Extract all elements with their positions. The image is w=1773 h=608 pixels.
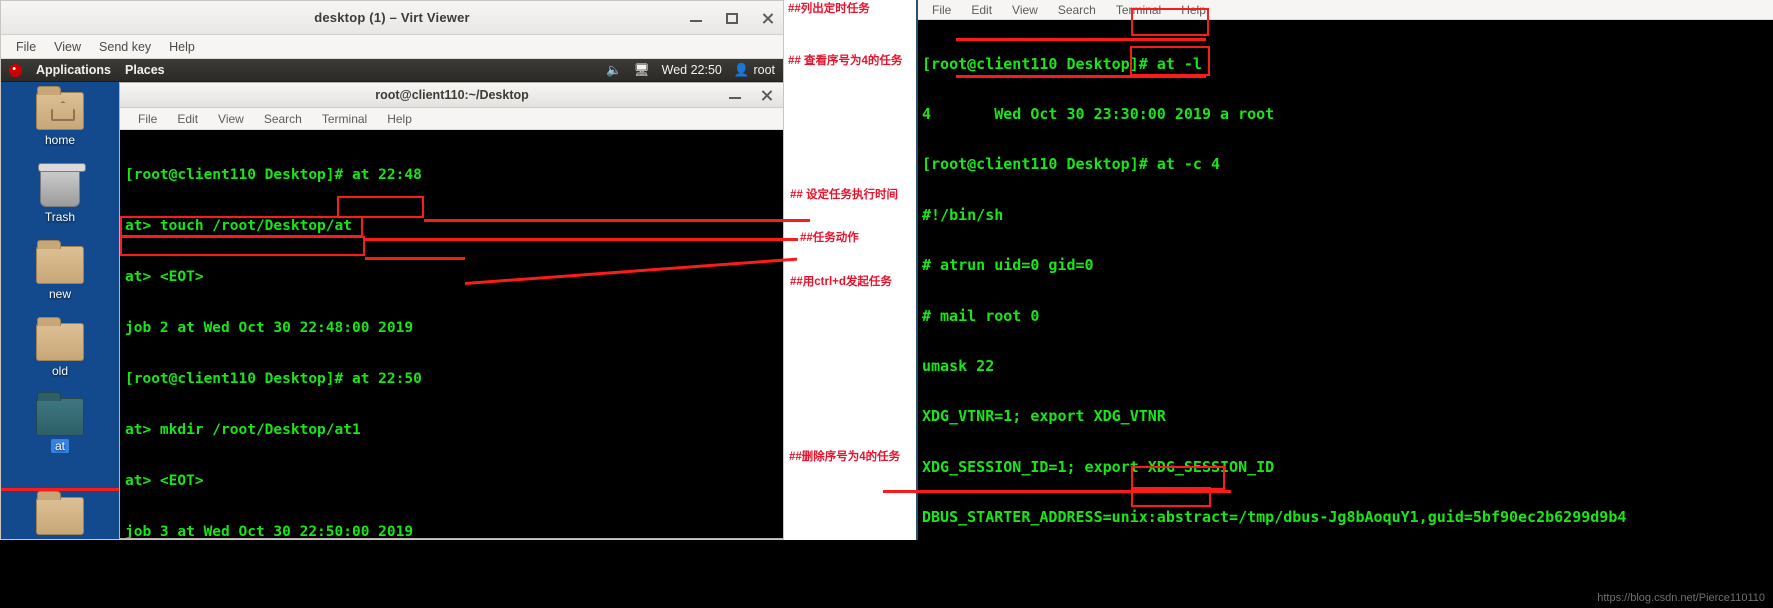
terminal-line: [root@client110 Desktop]# at 22:50 <box>125 371 422 387</box>
network-icon[interactable]: 🖥 <box>634 63 650 78</box>
desktop-icon-column: home Trash new old at <box>1 82 122 539</box>
clock-label[interactable]: Wed 22:50 <box>662 63 722 77</box>
desktop-icon-label: new <box>48 287 71 301</box>
desktop-icon-home[interactable]: home <box>1 86 119 147</box>
screenshot-root: desktop (1) – Virt Viewer File View Send… <box>0 0 1773 608</box>
menu-item-view[interactable]: View <box>45 38 90 56</box>
desktop-icon-label: at <box>50 439 69 453</box>
desktop-icon-old[interactable]: old <box>1 317 119 378</box>
user-label: root <box>753 63 775 77</box>
terminal-line: # mail root 0 <box>922 306 1040 325</box>
close-icon[interactable] <box>758 86 776 104</box>
window-controls <box>687 1 777 35</box>
menu-item-help[interactable]: Help <box>160 38 204 56</box>
left-terminal-window: root@client110:~/Desktop File Edit View … <box>119 82 783 539</box>
terminal-line: #!/bin/sh <box>922 205 1004 224</box>
leader-line-task-action <box>363 238 798 241</box>
menu-item-file[interactable]: File <box>128 111 167 127</box>
menu-item-view[interactable]: View <box>208 111 254 127</box>
leader-line-set-time <box>424 219 810 222</box>
menu-item-help[interactable]: Help <box>377 111 422 127</box>
folder-icon <box>36 491 84 535</box>
places-menu[interactable]: Places <box>125 63 165 77</box>
folder-home-icon <box>36 86 84 130</box>
terminal-line: job 2 at Wed Oct 30 22:48:00 2019 <box>125 320 414 336</box>
terminal-line: 4 Wed Oct 30 23:30:00 2019 a root <box>922 104 1275 123</box>
right-terminal-window: File Edit View Search Terminal Help [roo… <box>916 0 1773 541</box>
gnome-top-panel: Applications Places 🔈 🖥 Wed 22:50 👤 root <box>1 59 783 82</box>
menu-item-edit[interactable]: Edit <box>167 111 208 127</box>
terminal-line: DBUS_STARTER_ADDRESS=unix:abstract=/tmp/… <box>922 508 1627 527</box>
window-title: desktop (1) – Virt Viewer <box>314 10 470 25</box>
folder-icon <box>36 317 84 361</box>
annotation-set-time: ## 设定任务执行时间 <box>790 189 898 201</box>
menu-item-terminal[interactable]: Terminal <box>1106 3 1171 17</box>
folder-icon <box>36 240 84 284</box>
desktop-icon-label: home <box>44 133 76 147</box>
bottom-black-strip <box>0 540 1773 608</box>
menu-item-file[interactable]: File <box>7 38 45 56</box>
desktop-icon-trash[interactable]: Trash <box>1 163 119 224</box>
maximize-icon[interactable] <box>723 9 741 27</box>
desktop-icon-at[interactable]: at <box>1 392 119 453</box>
terminal-line: XDG_SESSION_ID=1; export XDG_SESSION_ID <box>922 457 1275 476</box>
terminal-line: # atrun uid=0 gid=0 <box>922 256 1094 275</box>
right-terminal-menubar: File Edit View Search Terminal Help <box>918 0 1773 20</box>
terminal-line: [root@client110 Desktop]# at -l <box>922 54 1202 73</box>
menu-item-search[interactable]: Search <box>1048 3 1106 17</box>
leader-line-list-jobs <box>956 38 1206 41</box>
terminal-line: at> <EOT> <box>125 473 204 489</box>
terminal-line: at> <EOT> <box>125 269 204 285</box>
menu-item-help[interactable]: Help <box>1171 3 1216 17</box>
folder-icon <box>36 392 84 436</box>
annotation-delete-job-4: ##删除序号为4的任务 <box>789 451 901 463</box>
virt-viewer-menubar: File View Send key Help <box>1 35 783 59</box>
redhat-logo-icon <box>9 63 22 77</box>
terminal-line: [root@client110 Desktop]# at -c 4 <box>922 155 1221 174</box>
annotation-view-job-4: ## 查看序号为4的任务 <box>788 55 903 67</box>
menu-item-view[interactable]: View <box>1002 3 1048 17</box>
desktop-icon-at1[interactable]: at1 <box>1 488 122 539</box>
leader-line-ctrl-d-a <box>365 257 465 260</box>
watermark-text: https://blog.csdn.net/Pierce110110 <box>1597 592 1765 604</box>
terminal-line: XDG_VTNR=1; export XDG_VTNR <box>922 407 1166 426</box>
leader-line-view-job-4 <box>956 75 1206 78</box>
menu-item-edit[interactable]: Edit <box>961 3 1002 17</box>
menu-item-sendkey[interactable]: Send key <box>90 38 160 56</box>
terminal-line: [root@client110 Desktop]# at 22:48 <box>125 167 422 183</box>
menu-item-terminal[interactable]: Terminal <box>312 111 377 127</box>
applications-menu[interactable]: Applications <box>36 63 111 77</box>
terminal-line: umask 22 <box>922 356 995 375</box>
annotation-task-action: ##任务动作 <box>800 232 859 244</box>
left-terminal-title: root@client110:~/Desktop <box>375 88 529 102</box>
desktop-icon-label: Trash <box>44 210 76 224</box>
annotation-list-jobs: ##列出定时任务 <box>788 3 870 15</box>
minimize-icon[interactable] <box>687 9 705 27</box>
desktop-icon-label: old <box>51 364 68 378</box>
desktop-icon-label: at1 <box>52 538 69 539</box>
gnome-panel-right: 🔈 🖥 Wed 22:50 👤 root <box>606 63 775 78</box>
vm-desktop: home Trash new old at root@client110:~/D… <box>1 82 783 539</box>
menu-item-file[interactable]: File <box>922 3 961 17</box>
virt-viewer-titlebar: desktop (1) – Virt Viewer <box>1 1 783 35</box>
close-icon[interactable] <box>759 9 777 27</box>
annotation-ctrl-d: ##用ctrl+d发起任务 <box>790 276 892 288</box>
terminal-line: at> mkdir /root/Desktop/at1 <box>125 422 361 438</box>
speaker-icon[interactable]: 🔈 <box>606 63 622 78</box>
minimize-icon[interactable] <box>726 86 744 104</box>
right-terminal-output[interactable]: [root@client110 Desktop]# at -l 4 Wed Oc… <box>918 20 1773 541</box>
desktop-icon-new[interactable]: new <box>1 240 119 301</box>
left-terminal-window-controls <box>726 86 776 104</box>
left-terminal-menubar: File Edit View Search Terminal Help <box>120 108 783 130</box>
leader-line-delete-job-4 <box>883 490 1231 493</box>
left-terminal-output[interactable]: [root@client110 Desktop]# at 22:48 at> t… <box>120 130 783 538</box>
left-terminal-titlebar: root@client110:~/Desktop <box>120 83 783 108</box>
user-menu[interactable]: 👤 root <box>734 63 775 78</box>
gnome-panel-left: Applications Places <box>9 63 165 77</box>
trash-icon <box>38 163 86 207</box>
terminal-line: job 3 at Wed Oct 30 22:50:00 2019 <box>125 524 414 538</box>
menu-item-search[interactable]: Search <box>254 111 312 127</box>
